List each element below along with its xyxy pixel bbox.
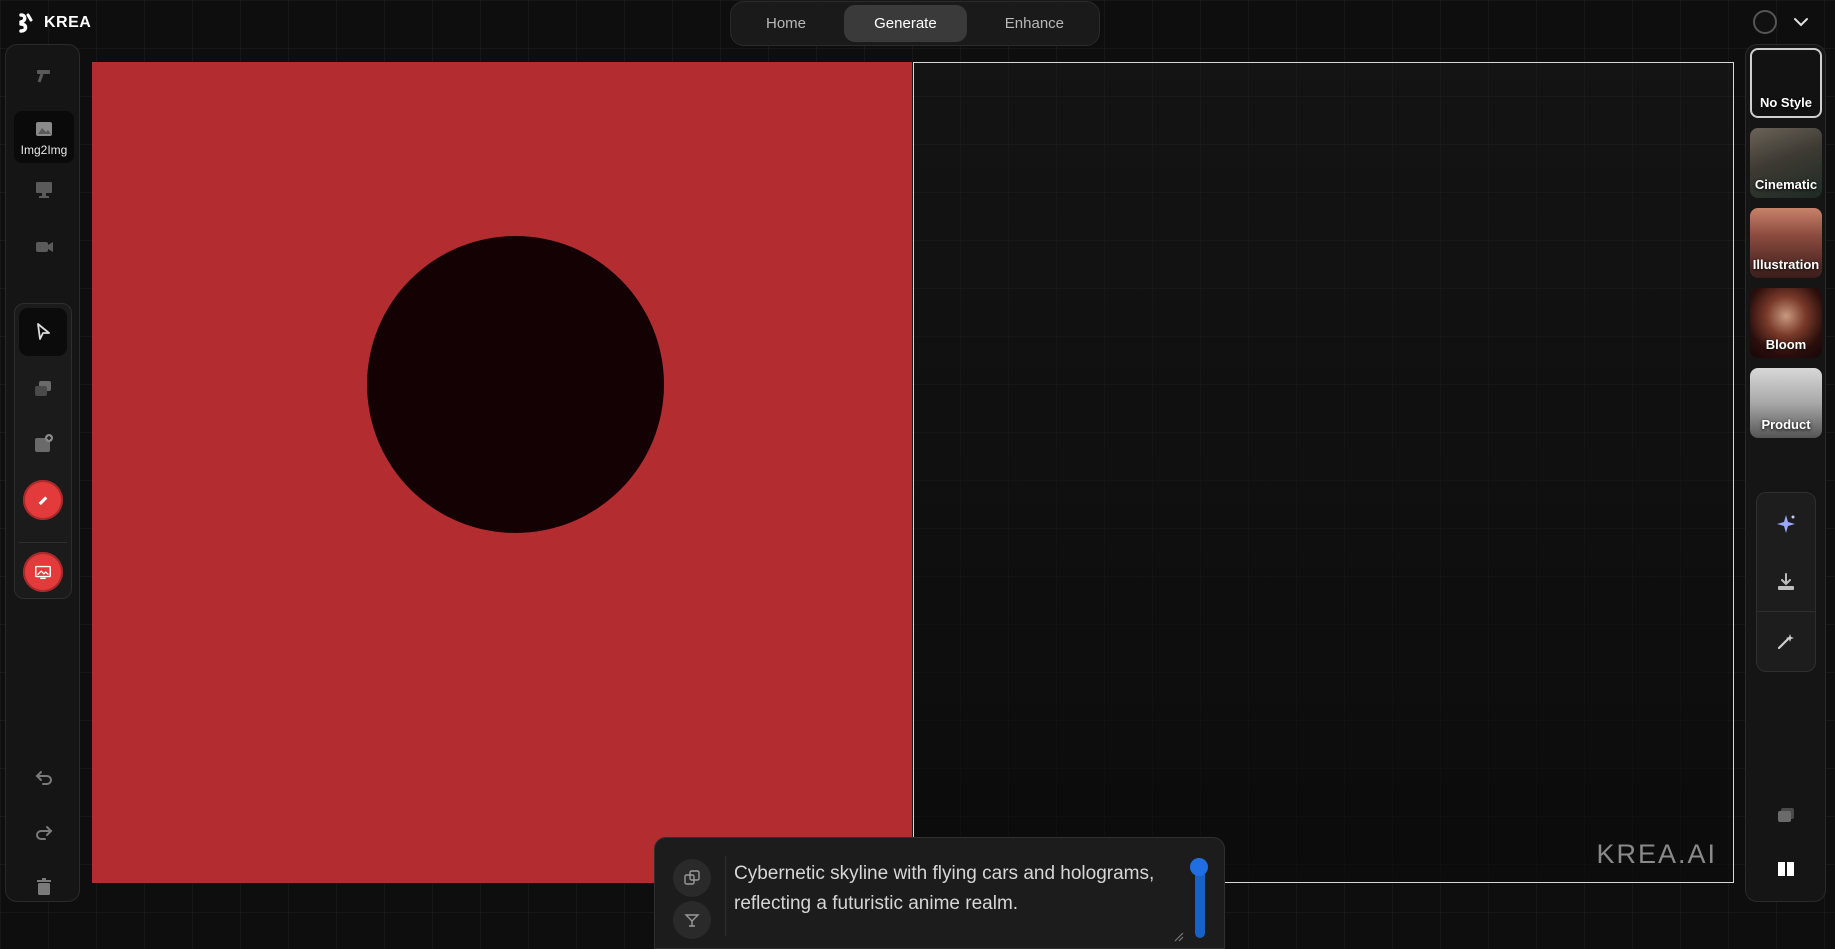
top-nav: Home Generate Enhance	[730, 1, 1100, 46]
prompt-divider	[725, 856, 726, 936]
mode-realtime[interactable]	[14, 55, 74, 95]
resize-handle-icon[interactable]	[1174, 932, 1184, 942]
style-no-style[interactable]: No Style	[1750, 48, 1822, 118]
mode-screen[interactable]	[14, 169, 74, 209]
mode-img2img[interactable]: Img2Img	[14, 111, 74, 163]
canvas-shape-circle[interactable]	[367, 236, 664, 533]
enhance-sparkle-icon	[1777, 634, 1794, 650]
tab-home[interactable]: Home	[736, 5, 836, 42]
enhance-button[interactable]	[1763, 619, 1809, 665]
screen-capture-button	[23, 552, 63, 592]
redo-button[interactable]	[14, 812, 74, 852]
eraser-button	[23, 480, 63, 520]
trash-icon	[37, 878, 51, 895]
output-canvas: KREA.AI	[913, 62, 1734, 883]
eraser-tool[interactable]	[19, 476, 67, 524]
style-bloom[interactable]: Bloom	[1750, 288, 1822, 358]
tab-generate[interactable]: Generate	[844, 5, 967, 42]
select-tool[interactable]	[19, 308, 67, 356]
sparkles-icon	[1777, 515, 1795, 533]
style-panel: No Style Cinematic Illustration Bloom Pr…	[1745, 44, 1826, 902]
eraser-icon	[38, 496, 48, 506]
style-label: Product	[1761, 417, 1811, 432]
split-view-icon	[1778, 862, 1794, 876]
monitor-icon	[36, 182, 52, 198]
download-icon	[1778, 573, 1794, 590]
video-camera-icon	[36, 242, 53, 252]
style-label: Cinematic	[1754, 177, 1818, 192]
input-canvas[interactable]	[92, 62, 912, 883]
left-sidebar: Img2Img	[5, 44, 80, 902]
shuffle-dice-icon	[684, 870, 700, 885]
download-button[interactable]	[1763, 559, 1809, 605]
tab-enhance[interactable]: Enhance	[975, 5, 1094, 42]
chevron-down-icon[interactable]	[1791, 12, 1811, 32]
style-label: No Style	[1759, 95, 1812, 110]
stack-icon	[1778, 808, 1794, 822]
cocktail-glass-icon	[684, 914, 700, 927]
split-view-button[interactable]	[1764, 851, 1808, 887]
brand-name: KREA	[44, 14, 92, 31]
action-divider	[1757, 611, 1815, 612]
add-image-tool[interactable]	[19, 420, 67, 468]
tool-divider	[19, 542, 67, 543]
random-prompt-button[interactable]	[673, 859, 711, 897]
brand[interactable]: KREA	[18, 10, 91, 36]
stack-view-button[interactable]	[1764, 797, 1808, 833]
generate-variations-button[interactable]	[1763, 501, 1809, 547]
undo-button[interactable]	[14, 757, 74, 797]
style-product[interactable]: Product	[1750, 368, 1822, 438]
screen-capture-tool[interactable]	[19, 548, 67, 596]
style-cinematic[interactable]: Cinematic	[1750, 128, 1822, 198]
prompt-input[interactable]: Cybernetic skyline with flying cars and …	[734, 859, 1164, 919]
top-right-controls	[1753, 10, 1811, 34]
strength-slider-thumb[interactable]	[1190, 858, 1208, 876]
krea-logo-icon	[19, 13, 33, 33]
style-label: Bloom	[1765, 337, 1807, 352]
redo-icon	[36, 826, 53, 840]
image-icon	[36, 121, 52, 136]
mode-img2img-label: Img2Img	[20, 142, 68, 157]
mode-video[interactable]	[14, 227, 74, 267]
profile-avatar[interactable]	[1753, 10, 1777, 34]
style-label: Illustration	[1752, 257, 1820, 272]
undo-icon	[35, 771, 52, 785]
layers-tool[interactable]	[19, 364, 67, 412]
magic-wand-icon	[37, 70, 50, 83]
screen-capture-icon	[35, 565, 51, 580]
style-illustration[interactable]: Illustration	[1750, 208, 1822, 278]
add-image-icon	[35, 434, 53, 452]
watermark: KREA.AI	[1596, 839, 1717, 869]
prompt-box: Cybernetic skyline with flying cars and …	[654, 837, 1225, 949]
canvas-tools	[14, 303, 72, 599]
prompt-style-button[interactable]	[673, 901, 711, 939]
layers-icon	[35, 381, 51, 396]
cursor-arrow-icon	[37, 323, 50, 340]
delete-button[interactable]	[14, 867, 74, 907]
action-group	[1756, 492, 1816, 672]
